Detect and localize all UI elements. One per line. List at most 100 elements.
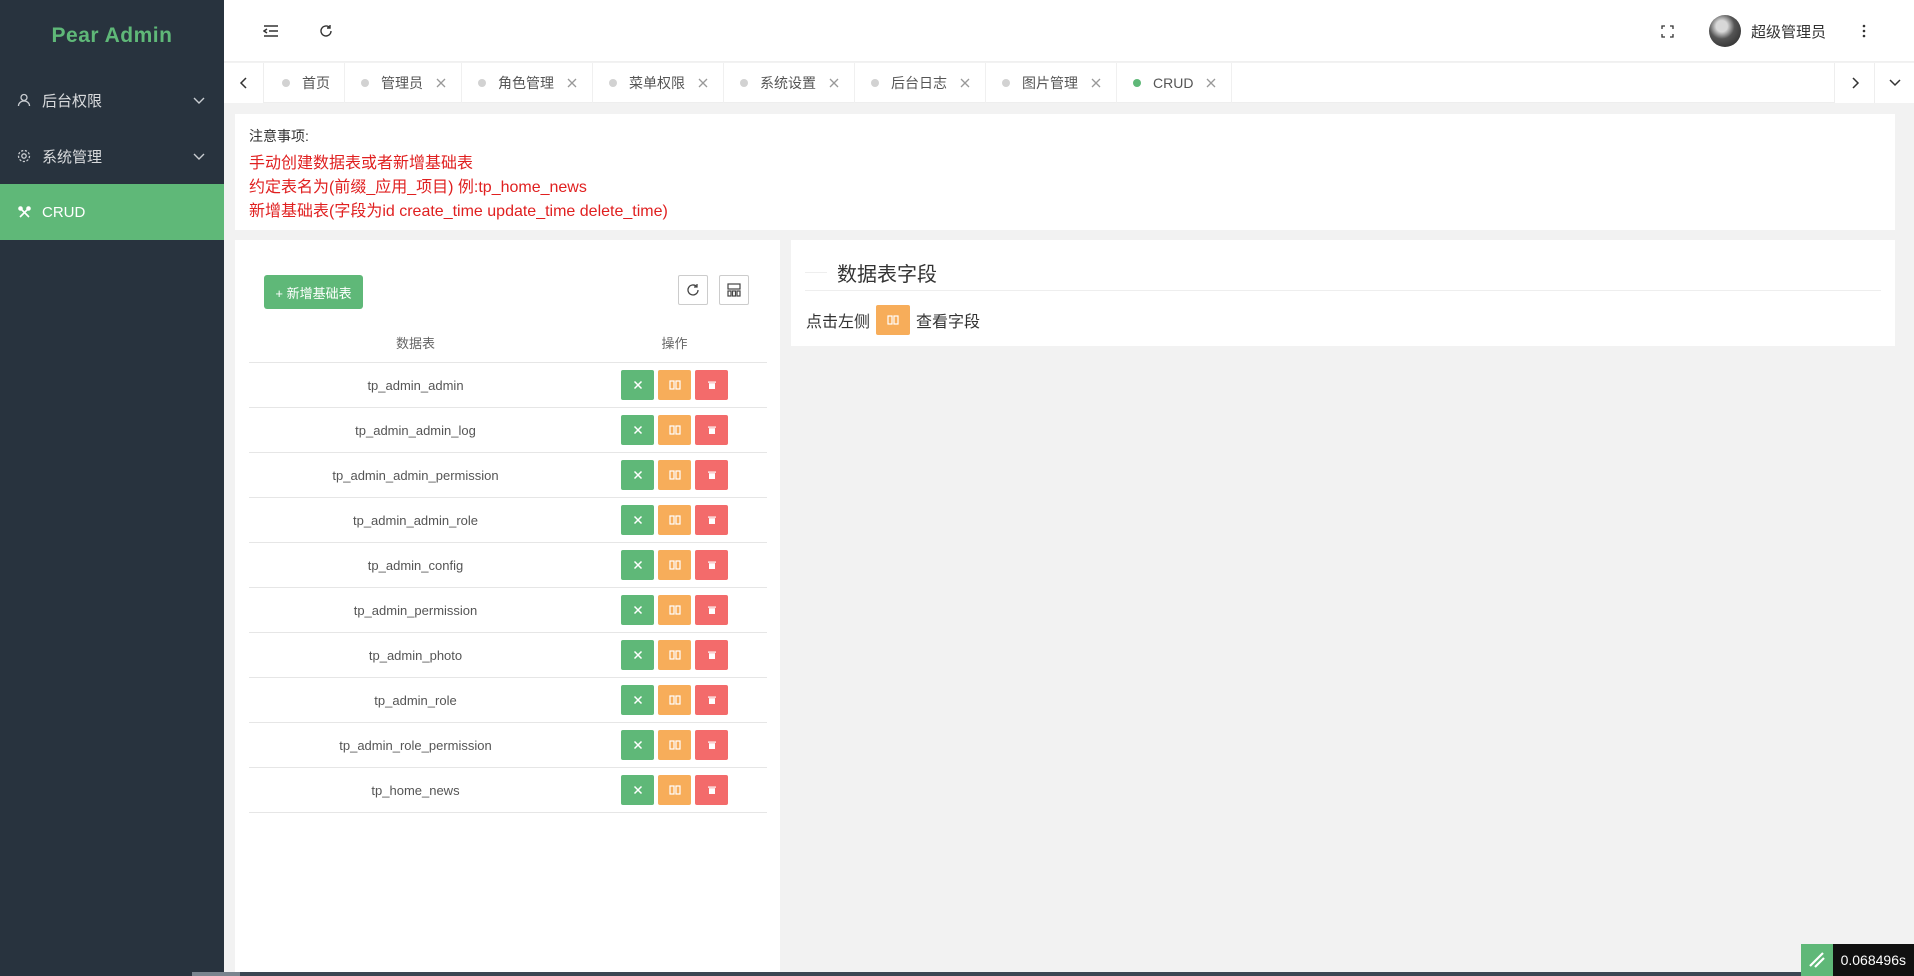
columns-icon: [668, 425, 681, 435]
delete-button[interactable]: [695, 595, 728, 625]
view-fields-button[interactable]: [658, 685, 691, 715]
crud-generate-button[interactable]: [621, 775, 654, 805]
table-name-cell: tp_admin_admin_permission: [332, 467, 499, 483]
tab-crud[interactable]: CRUD: [1117, 63, 1233, 103]
data-table: 数据表 操作 tp_admin_admin tp_admin_admin_log t…: [249, 322, 767, 813]
user-menu[interactable]: 超级管理员: [1708, 14, 1826, 48]
tab-dot: [740, 79, 748, 87]
table-row: tp_admin_admin_role: [249, 498, 767, 543]
row-actions: [582, 550, 767, 580]
sidebar-item-system[interactable]: 系统管理: [0, 128, 224, 184]
tab-images[interactable]: 图片管理: [986, 63, 1117, 103]
delete-button[interactable]: [695, 730, 728, 760]
delete-button[interactable]: [695, 775, 728, 805]
crud-generate-button[interactable]: [621, 505, 654, 535]
columns-icon: [668, 515, 681, 525]
tools-icon: [633, 425, 642, 435]
table-name-cell: tp_home_news: [371, 782, 460, 798]
crud-generate-button[interactable]: [621, 685, 654, 715]
delete-button[interactable]: [695, 640, 728, 670]
tab-admins[interactable]: 管理员: [345, 63, 462, 103]
tab-dot: [282, 79, 290, 87]
tab-scroll-right-icon[interactable]: [1834, 63, 1874, 103]
crud-generate-button[interactable]: [621, 415, 654, 445]
more-icon[interactable]: [1849, 16, 1879, 46]
trash-icon: [707, 471, 716, 479]
menu-fold-icon[interactable]: [256, 16, 286, 46]
view-fields-button[interactable]: [658, 595, 691, 625]
tab-dot: [478, 79, 486, 87]
crud-generate-button[interactable]: [621, 370, 654, 400]
view-fields-button[interactable]: [658, 505, 691, 535]
crud-generate-button[interactable]: [621, 730, 654, 760]
trash-icon: [707, 696, 716, 704]
view-fields-button[interactable]: [658, 370, 691, 400]
delete-button[interactable]: [695, 415, 728, 445]
tools-icon: [16, 204, 32, 220]
column-filter-icon[interactable]: [719, 275, 749, 305]
close-icon[interactable]: [1090, 77, 1102, 89]
perf-time: 0.068496s: [1832, 944, 1914, 976]
user-icon: [16, 92, 32, 108]
tab-dropdown-chevron-down-icon[interactable]: [1874, 63, 1914, 103]
tab-scroll-left-icon[interactable]: [224, 63, 264, 103]
fullscreen-icon[interactable]: [1652, 16, 1682, 46]
close-icon[interactable]: [828, 77, 840, 89]
view-fields-icon: [876, 305, 911, 335]
crud-generate-button[interactable]: [621, 640, 654, 670]
view-fields-button[interactable]: [658, 640, 691, 670]
view-fields-button[interactable]: [658, 550, 691, 580]
crud-generate-button[interactable]: [621, 460, 654, 490]
delete-button[interactable]: [695, 685, 728, 715]
close-icon[interactable]: [697, 77, 709, 89]
columns-icon: [668, 380, 681, 390]
table-row: tp_admin_admin: [249, 363, 767, 408]
row-actions: [582, 595, 767, 625]
view-fields-button[interactable]: [658, 775, 691, 805]
close-icon[interactable]: [959, 77, 971, 89]
tab-dot: [609, 79, 617, 87]
columns-icon: [668, 785, 681, 795]
tab-home[interactable]: 首页: [266, 63, 345, 103]
scrollbar-thumb[interactable]: [192, 972, 240, 976]
close-icon[interactable]: [435, 77, 447, 89]
crud-generate-button[interactable]: [621, 550, 654, 580]
fields-hint: 点击左侧 查看字段: [806, 305, 980, 335]
delete-button[interactable]: [695, 460, 728, 490]
trash-icon: [707, 561, 716, 569]
add-base-table-button[interactable]: + 新增基础表: [264, 275, 363, 309]
table-row: tp_admin_role: [249, 678, 767, 723]
delete-button[interactable]: [695, 505, 728, 535]
notice-line: 新增基础表(字段为id create_time update_time dele…: [249, 203, 668, 220]
view-fields-button[interactable]: [658, 730, 691, 760]
sidebar-item-permissions[interactable]: 后台权限: [0, 72, 224, 128]
view-fields-button[interactable]: [658, 415, 691, 445]
table-refresh-icon[interactable]: [678, 275, 708, 305]
tools-icon: [633, 785, 642, 795]
close-icon[interactable]: [566, 77, 578, 89]
delete-button[interactable]: [695, 370, 728, 400]
tab-menu-permissions[interactable]: 菜单权限: [593, 63, 724, 103]
refresh-icon[interactable]: [311, 16, 341, 46]
horizontal-scrollbar[interactable]: [224, 972, 1914, 976]
tools-icon: [633, 605, 642, 615]
close-icon[interactable]: [1205, 77, 1217, 89]
top-header: 超级管理员: [224, 0, 1914, 62]
sidebar-item-label: 系统管理: [42, 148, 103, 166]
tab-roles[interactable]: 角色管理: [462, 63, 593, 103]
crud-generate-button[interactable]: [621, 595, 654, 625]
tab-system-settings[interactable]: 系统设置: [724, 63, 855, 103]
row-actions: [582, 730, 767, 760]
trash-icon: [707, 516, 716, 524]
notice-card: 注意事项: 手动创建数据表或者新增基础表 约定表名为(前缀_应用_项目) 例:t…: [235, 114, 1895, 230]
table-row: tp_admin_admin_permission: [249, 453, 767, 498]
trash-icon: [707, 606, 716, 614]
tab-dot: [871, 79, 879, 87]
tab-logs[interactable]: 后台日志: [855, 63, 986, 103]
view-fields-button[interactable]: [658, 460, 691, 490]
tools-icon: [633, 470, 642, 480]
sidebar-item-crud[interactable]: CRUD: [0, 184, 224, 240]
delete-button[interactable]: [695, 550, 728, 580]
row-actions: [582, 415, 767, 445]
fieldset-legend: 数据表字段: [805, 258, 1881, 291]
